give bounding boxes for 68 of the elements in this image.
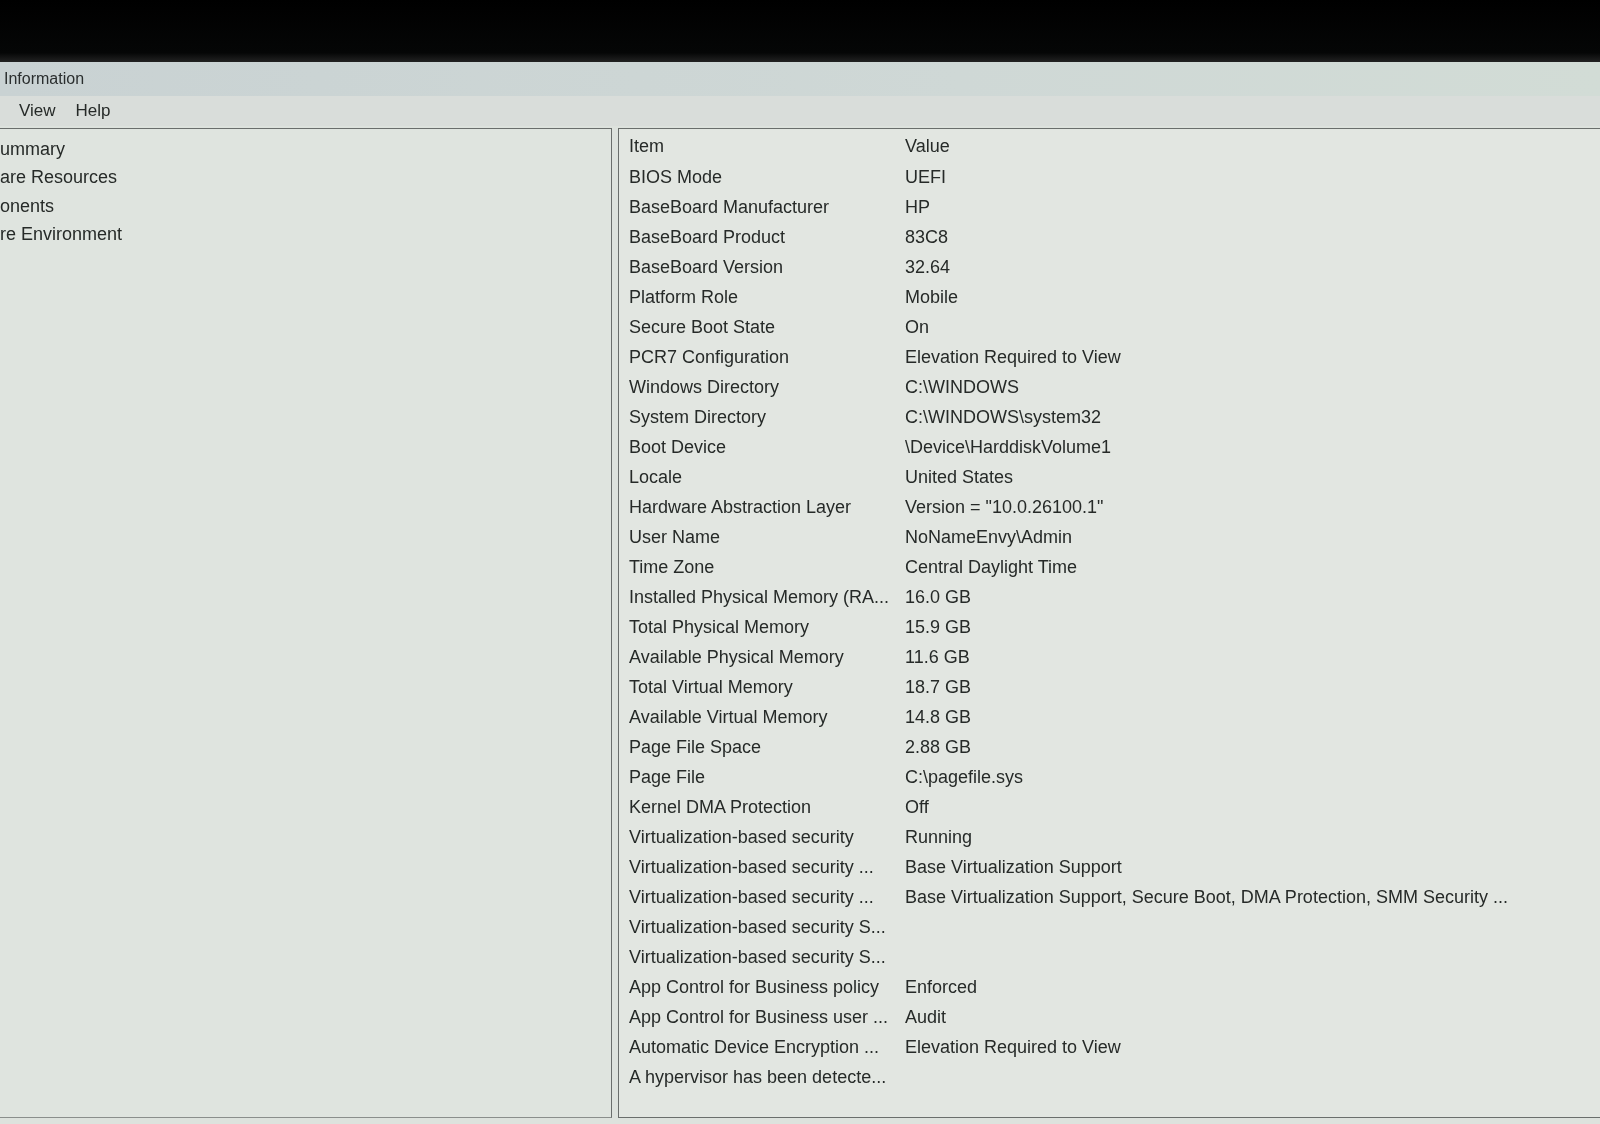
value-text: Off (905, 796, 929, 818)
item-text: A hypervisor has been detecte... (629, 1066, 887, 1088)
value-text: On (905, 316, 929, 338)
value-text: 14.8 GB (905, 706, 972, 728)
menu-item[interactable]: View (9, 99, 66, 123)
item-text: Virtualization-based security (629, 826, 854, 848)
item-text: BIOS Mode (629, 166, 723, 188)
value-text: \Device\HarddiskVolume1 (905, 436, 1112, 458)
value-text: Enforced (905, 976, 978, 998)
value-text: 15.9 GB (905, 616, 972, 638)
value-text: Central Daylight Time (905, 556, 1078, 578)
value-text: 2.88 GB (905, 736, 972, 758)
value-text: C:\WINDOWS (905, 376, 1019, 398)
item-text: Available Virtual Memory (629, 706, 828, 728)
item-text: Virtualization-based security S... (629, 946, 886, 968)
item-text: Platform Role (629, 286, 739, 308)
value-text: 16.0 GB (905, 586, 972, 608)
item-text: Hardware Abstraction Layer (629, 496, 852, 518)
value-text: Audit (905, 1006, 947, 1028)
item-text: Virtualization-based security S... (629, 916, 886, 938)
item-text: Locale (629, 466, 683, 488)
item-text: Windows Directory (629, 376, 780, 398)
value-text: NoNameEnvy\Admin (905, 526, 1073, 548)
item-text: Boot Device (629, 436, 727, 458)
item-text: Time Zone (629, 556, 715, 578)
value-text: C:\pagefile.sys (905, 766, 1024, 788)
item-text: App Control for Business user ... (629, 1006, 889, 1028)
item-text: BaseBoard Manufacturer (629, 196, 830, 218)
item-text: Page File (629, 766, 706, 788)
item-text: Installed Physical Memory (RA... (629, 586, 890, 608)
value-text: 18.7 GB (905, 676, 972, 698)
item-text: Virtualization-based security ... (629, 886, 874, 908)
menu-item[interactable]: Help (65, 99, 121, 123)
value-text: C:\WINDOWS\system32 (905, 406, 1101, 428)
value-text: 83C8 (905, 226, 949, 248)
item-text: Secure Boot State (629, 316, 776, 338)
item-text: Virtualization-based security ... (629, 856, 874, 878)
tree-item[interactable]: ummary (0, 135, 611, 164)
value-text: Running (905, 826, 973, 848)
item-text: Total Physical Memory (629, 616, 810, 638)
item-text: PCR7 Configuration (629, 346, 790, 368)
value-text: Base Virtualization Support (905, 856, 1122, 878)
value-text: 11.6 GB (905, 646, 970, 668)
item-text: BaseBoard Version (629, 256, 784, 278)
value-text: Base Virtualization Support, Secure Boot, DMA Protection, SMM Security ... (905, 886, 1508, 908)
value-text: Elevation Required to View (905, 1036, 1121, 1058)
item-text: System Directory (629, 406, 767, 428)
value-text: UEFI (905, 166, 946, 188)
item-text: BaseBoard Product (629, 226, 786, 248)
tree-item[interactable]: onents (0, 192, 611, 221)
tree-item[interactable]: are Resources (0, 163, 611, 192)
item-text: Automatic Device Encryption ... (629, 1036, 880, 1058)
tree-item[interactable]: re Environment (0, 220, 611, 249)
column-header[interactable]: Item (629, 130, 905, 162)
item-text: Total Virtual Memory (629, 676, 793, 698)
value-text: Mobile (905, 286, 959, 308)
window-title: Information (4, 70, 85, 88)
value-text: Version = "10.0.26100.1" (905, 496, 1104, 518)
value-text: HP (905, 196, 930, 218)
value-text: Elevation Required to View (905, 346, 1121, 368)
item-text: Available Physical Memory (629, 646, 844, 668)
item-text: Kernel DMA Protection (629, 796, 812, 818)
item-text: Page File Space (629, 736, 762, 758)
value-text: United States (905, 466, 1014, 488)
item-text: User Name (629, 526, 721, 548)
item-text: App Control for Business policy (629, 976, 880, 998)
column-header[interactable]: Value (905, 130, 1600, 162)
value-text: 32.64 (905, 256, 951, 278)
